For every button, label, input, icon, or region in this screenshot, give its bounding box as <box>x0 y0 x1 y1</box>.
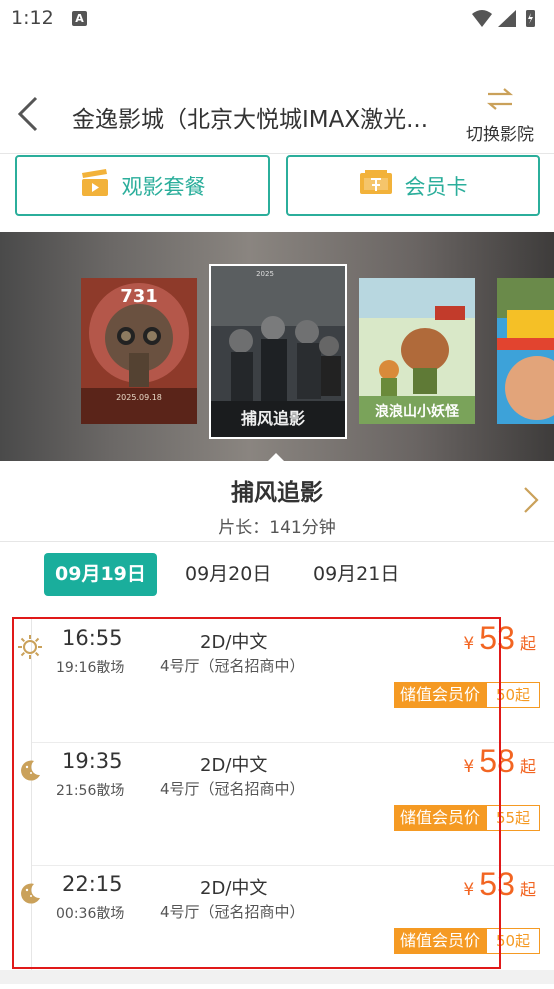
back-button[interactable] <box>14 94 44 134</box>
bottom-strip <box>0 970 554 984</box>
member-card-icon <box>359 170 393 201</box>
movie-carousel[interactable]: 731 2025.09.18 捕风追影 2025 浪浪山小妖怪 <box>0 232 554 461</box>
poster-731-title: 731 <box>120 286 158 307</box>
header-divider <box>0 153 554 154</box>
switch-cinema-button[interactable]: 切换影院 <box>458 86 542 145</box>
date-tabs: 09月19日 09月20日 09月21日 <box>0 553 554 597</box>
notification-icon: A <box>72 11 87 26</box>
switch-cinema-label: 切换影院 <box>466 125 534 145</box>
movie-duration: 片长：141分钟 <box>218 518 336 538</box>
status-bar: 1:12 A <box>0 0 554 38</box>
swap-icon <box>486 88 514 110</box>
movie-info-divider <box>0 541 554 542</box>
signal-icon <box>498 10 516 27</box>
price-suffix: 起 <box>519 757 536 776</box>
date-tab-0920[interactable]: 09月20日 <box>174 553 282 596</box>
cinema-title: 金逸影城（北京大悦城IMAX激光... <box>72 107 429 133</box>
chevron-right-icon[interactable] <box>522 485 540 519</box>
movie-package-button[interactable]: 观影套餐 <box>15 155 270 216</box>
status-icons <box>470 8 540 34</box>
poster-selected[interactable]: 捕风追影 2025 <box>209 264 347 439</box>
header: 金逸影城（北京大悦城IMAX激光... 切换影院 <box>0 80 554 152</box>
poster-731[interactable]: 731 2025.09.18 <box>81 278 197 424</box>
movie-title: 捕风追影 <box>231 480 323 506</box>
chevron-left-icon <box>17 96 38 132</box>
movie-package-label: 观影套餐 <box>121 174 206 199</box>
poster-comedy[interactable] <box>497 278 554 424</box>
status-time: 1:12 <box>11 7 54 29</box>
movie-info[interactable]: 捕风追影 片长：141分钟 <box>0 461 554 541</box>
poster-selected-year: 2025 <box>256 270 274 278</box>
clapperboard-icon <box>80 169 110 202</box>
poster-langlang-title: 浪浪山小妖怪 <box>375 403 460 420</box>
price-suffix: 起 <box>519 880 536 899</box>
poster-731-date: 2025.09.18 <box>116 393 162 402</box>
highlight-box <box>12 617 501 969</box>
wifi-icon <box>472 10 492 27</box>
membership-card-label: 会员卡 <box>404 174 468 199</box>
price-suffix: 起 <box>519 634 536 653</box>
selected-poster-indicator <box>267 453 285 461</box>
membership-card-button[interactable]: 会员卡 <box>286 155 540 216</box>
date-tab-0919[interactable]: 09月19日 <box>44 553 157 596</box>
poster-langlang[interactable]: 浪浪山小妖怪 <box>359 278 475 424</box>
poster-selected-title: 捕风追影 <box>241 409 305 428</box>
date-tab-0921[interactable]: 09月21日 <box>302 553 410 596</box>
